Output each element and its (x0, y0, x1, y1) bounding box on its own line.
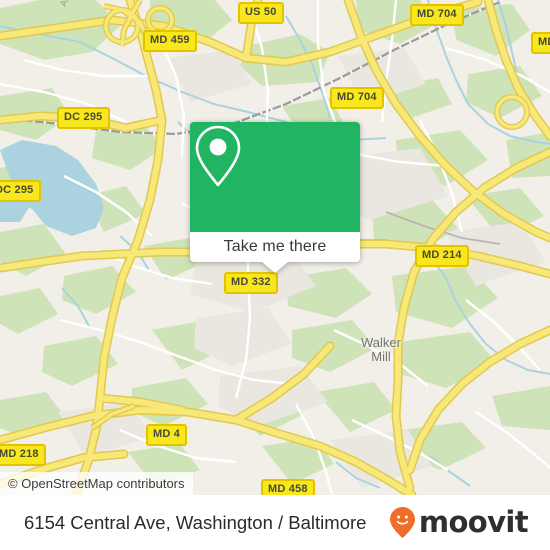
card-pointer-tail (262, 262, 288, 273)
shield-md-214[interactable]: MD 214 (415, 245, 469, 267)
shield-md-4[interactable]: MD 4 (146, 424, 188, 446)
take-me-there-button[interactable]: Take me there (190, 232, 360, 262)
shield-dc-295-left[interactable]: DC 295 (0, 180, 41, 202)
moovit-wordmark: moovit (418, 505, 529, 539)
take-me-there-label: Take me there (223, 238, 327, 255)
moovit-smiley-pin-icon (389, 507, 415, 538)
shield-md-top-right[interactable]: MD (531, 32, 550, 54)
moovit-map-screen: Walker Mill Anacostia R US 50 MD 704 MD … (0, 0, 550, 550)
shield-md-704-top[interactable]: MD 704 (410, 4, 464, 26)
shield-md-218[interactable]: MD 218 (0, 444, 46, 466)
place-label-walker-mill: Walker Mill (361, 335, 401, 364)
shield-us-50[interactable]: US 50 (238, 2, 284, 24)
take-me-there-card[interactable]: Take me there (190, 122, 360, 273)
moovit-logo[interactable]: moovit (389, 505, 529, 539)
card-icon-area (190, 122, 360, 232)
map-canvas[interactable]: Walker Mill Anacostia R US 50 MD 704 MD … (0, 0, 550, 495)
map-pin-icon (195, 125, 241, 187)
shield-md-332[interactable]: MD 332 (224, 272, 278, 294)
shield-dc-295-top[interactable]: DC 295 (57, 107, 110, 129)
address-title: 6154 Central Ave, Washington / Baltimore (24, 511, 367, 533)
shield-md-459[interactable]: MD 459 (143, 30, 197, 52)
osm-attribution[interactable]: © OpenStreetMap contributors (0, 472, 193, 495)
footer-bar: 6154 Central Ave, Washington / Baltimore… (0, 495, 550, 550)
shield-md-458[interactable]: MD 458 (261, 479, 315, 495)
shield-md-704-left[interactable]: MD 704 (330, 87, 384, 109)
